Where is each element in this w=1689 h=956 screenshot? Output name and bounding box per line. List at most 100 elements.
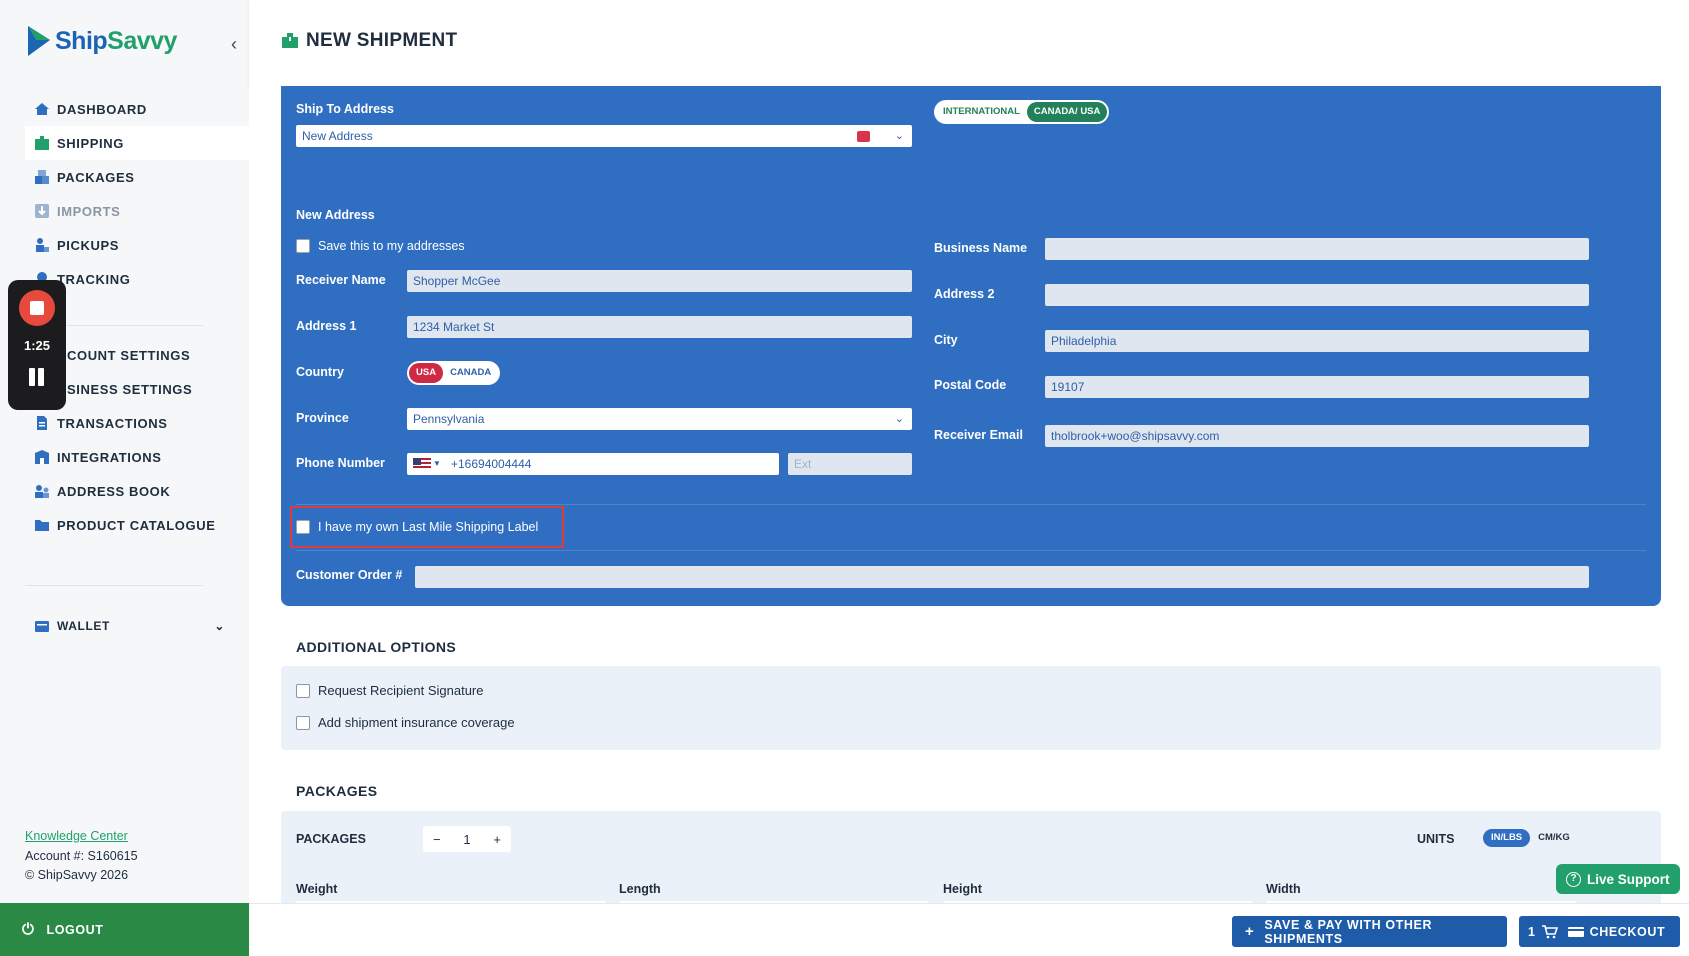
shipping-box-icon <box>282 33 298 48</box>
decrement-button[interactable]: − <box>433 832 441 847</box>
logo-mark-icon <box>28 26 50 56</box>
chevron-down-icon: ⌄ <box>894 130 904 142</box>
sidebar-item-pickups[interactable]: PICKUPS <box>25 228 249 262</box>
country-usa-option[interactable]: USA <box>409 363 444 383</box>
wallet-label: WALLET <box>57 619 110 633</box>
height-label: Height <box>943 882 982 896</box>
checkout-label: CHECKOUT <box>1589 924 1666 939</box>
country-toggle[interactable]: USA CANADA <box>407 361 501 385</box>
packages-card: PACKAGES − 1 + UNITS IN/LBS CM/KG Weight… <box>281 811 1661 903</box>
collapse-sidebar-button[interactable]: ‹ <box>222 32 246 56</box>
knowledge-center-link[interactable]: Knowledge Center <box>25 827 138 847</box>
save-address-label: Save this to my addresses <box>318 239 465 253</box>
packages-count-label: PACKAGES <box>296 832 366 846</box>
sidebar-item-dashboard[interactable]: DASHBOARD <box>25 92 249 126</box>
sidebar-item-packages[interactable]: PACKAGES <box>25 160 249 194</box>
receiver-name-label: Receiver Name <box>296 273 386 287</box>
live-support-button[interactable]: ? Live Support <box>1556 864 1680 894</box>
sidebar-item-label: TRACKING <box>57 271 131 287</box>
address1-label: Address 1 <box>296 319 357 333</box>
bottom-action-bar: + SAVE & PAY WITH OTHER SHIPMENTS 1 CHEC… <box>249 903 1689 956</box>
sidebar-item-imports[interactable]: IMPORTS <box>25 194 249 228</box>
province-select[interactable]: Pennsylvania ⌄ <box>407 408 912 430</box>
shipsavvy-logo[interactable]: ShipSavvy <box>26 24 177 58</box>
address2-input[interactable] <box>1045 284 1589 306</box>
region-international-option[interactable]: INTERNATIONAL <box>936 102 1027 122</box>
stop-recording-button[interactable] <box>19 290 55 326</box>
sidebar-item-shipping[interactable]: SHIPPING <box>25 126 249 160</box>
sidebar-item-integrations[interactable]: INTEGRATIONS <box>25 440 249 474</box>
insurance-label: Add shipment insurance coverage <box>318 715 515 730</box>
divider <box>296 504 1646 505</box>
new-address-heading: New Address <box>296 208 375 222</box>
units-cm-kg-option[interactable]: CM/KG <box>1530 829 1578 847</box>
sidebar-item-label: DASHBOARD <box>57 101 147 117</box>
region-toggle[interactable]: INTERNATIONAL CANADA/ USA <box>934 100 1110 124</box>
insurance-checkbox[interactable] <box>296 716 310 730</box>
postal-code-input[interactable]: 19107 <box>1045 376 1589 398</box>
increment-button[interactable]: + <box>493 832 501 847</box>
address2-label: Address 2 <box>934 287 995 301</box>
ship-to-address-card: Ship To Address New Address ⌄ INTERNATIO… <box>281 86 1661 606</box>
checkout-button[interactable]: 1 CHECKOUT <box>1519 916 1680 947</box>
sidebar-item-product-catalogue[interactable]: PRODUCT CATALOGUE <box>25 508 249 542</box>
sidebar-item-label: PICKUPS <box>57 237 119 253</box>
country-canada-option[interactable]: CANADA <box>443 363 498 383</box>
wallet-menu[interactable]: WALLET ⌄ <box>25 611 225 641</box>
wallet-icon <box>35 621 49 632</box>
ship-to-address-select[interactable]: New Address ⌄ <box>296 125 912 147</box>
card-icon <box>1567 926 1584 937</box>
ship-to-address-value: New Address <box>302 129 373 143</box>
receiver-email-input[interactable]: tholbrook+woo@shipsavvy.com <box>1045 425 1589 447</box>
save-address-checkbox[interactable] <box>296 239 310 253</box>
sidebar-footer: Knowledge Center Account #: S160615 © Sh… <box>25 827 138 886</box>
province-value: Pennsylvania <box>413 412 485 426</box>
sidebar-item-label: SHIPPING <box>57 135 124 151</box>
city-label: City <box>934 333 958 347</box>
save-pay-other-shipments-button[interactable]: + SAVE & PAY WITH OTHER SHIPMENTS <box>1232 916 1507 947</box>
weight-label: Weight <box>296 882 338 896</box>
document-icon <box>37 416 47 430</box>
plus-icon: + <box>1245 923 1255 940</box>
last-mile-label-checkbox[interactable] <box>296 520 310 534</box>
phone-number-input[interactable]: ▼ +16694004444 <box>407 453 779 475</box>
pause-recording-button[interactable] <box>28 368 46 390</box>
packages-count[interactable]: 1 <box>463 832 470 847</box>
units-in-lbs-option[interactable]: IN/LBS <box>1483 829 1531 847</box>
units-toggle[interactable]: IN/LBS CM/KG <box>1483 828 1578 848</box>
packages-icon <box>35 170 49 184</box>
business-name-input[interactable] <box>1045 238 1589 260</box>
shipping-box-icon <box>35 136 49 150</box>
sidebar-item-label: PACKAGES <box>57 169 135 185</box>
receiver-name-input[interactable]: Shopper McGee <box>407 270 912 292</box>
sidebar-item-address-book[interactable]: ADDRESS BOOK <box>25 474 249 508</box>
recording-timer: 1:25 <box>23 338 51 353</box>
units-label: UNITS <box>1417 832 1455 846</box>
region-canada-usa-option[interactable]: CANADA/ USA <box>1026 102 1108 122</box>
city-input[interactable]: Philadelphia <box>1045 330 1589 352</box>
main-content: Ship To Address New Address ⌄ INTERNATIO… <box>249 86 1689 903</box>
sidebar-item-label: ADDRESS BOOK <box>57 483 171 499</box>
account-number: Account #: S160615 <box>25 848 138 863</box>
additional-options-card: Request Recipient Signature Add shipment… <box>281 666 1661 750</box>
copyright: © ShipSavvy 2026 <box>25 868 129 882</box>
packages-stepper: − 1 + <box>423 826 511 852</box>
logout-button[interactable]: ⏻ LOGOUT <box>0 903 249 956</box>
sidebar-item-label: USINESS SETTINGS <box>57 381 193 397</box>
cart-count: 1 <box>1528 924 1536 939</box>
home-icon <box>35 103 49 115</box>
address1-input[interactable]: 1234 Market St <box>407 316 912 338</box>
postal-code-label: Postal Code <box>934 378 1007 392</box>
business-name-label: Business Name <box>934 241 1028 255</box>
sidebar-item-transactions[interactable]: TRANSACTIONS <box>25 406 249 440</box>
logout-label: LOGOUT <box>46 922 104 937</box>
live-support-label: Live Support <box>1587 871 1670 887</box>
country-label: Country <box>296 365 344 379</box>
screen-recorder-widget: 1:25 <box>8 280 66 410</box>
sidebar-item-label: CCOUNT SETTINGS <box>57 347 191 363</box>
ship-to-address-label: Ship To Address <box>296 102 394 116</box>
customer-order-input[interactable] <box>415 566 1589 588</box>
phone-ext-input[interactable]: Ext <box>788 453 912 475</box>
chevron-down-icon: ⌄ <box>214 619 225 633</box>
recipient-signature-checkbox[interactable] <box>296 684 310 698</box>
